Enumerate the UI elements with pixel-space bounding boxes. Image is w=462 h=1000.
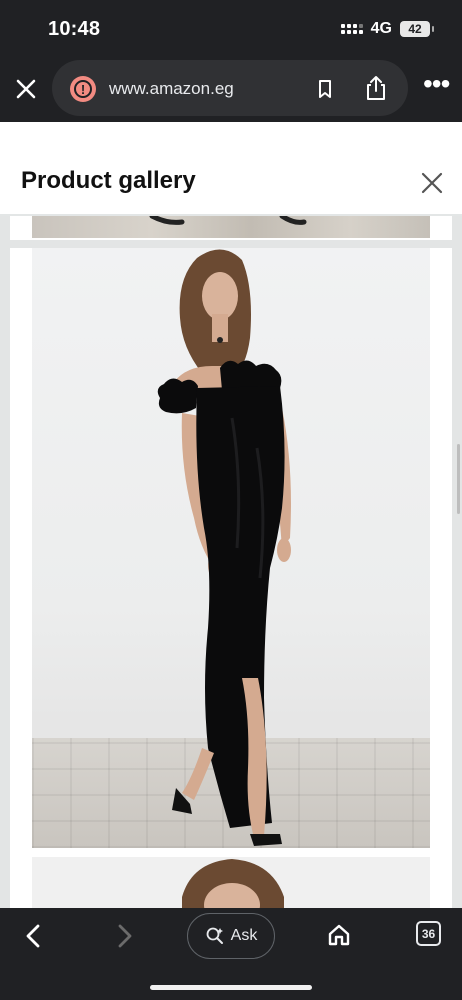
- browser-bottom-toolbar: Ask 36: [0, 908, 462, 1000]
- gallery-image-main[interactable]: [10, 248, 452, 859]
- scrollbar-thumb[interactable]: [457, 444, 460, 514]
- product-photo-dress: [32, 248, 430, 848]
- gallery-title: Product gallery: [21, 167, 196, 194]
- gallery-image-previous[interactable]: [10, 216, 452, 240]
- status-bar: 10:48 4G 42: [0, 0, 462, 58]
- ask-button[interactable]: Ask: [187, 913, 275, 959]
- tabs-count: 36: [421, 926, 436, 941]
- home-icon[interactable]: [325, 921, 353, 949]
- home-indicator[interactable]: [150, 985, 312, 990]
- battery-level: 42: [408, 22, 422, 36]
- network-type: 4G: [370, 20, 392, 37]
- next-photo: [32, 857, 430, 908]
- ai-search-sparkle-icon: [206, 927, 223, 944]
- browser-url-bar: ! www.amazon.eg •••: [0, 58, 462, 122]
- forward-arrow-icon[interactable]: [110, 922, 138, 950]
- previous-photo: [32, 216, 430, 238]
- bookmark-icon[interactable]: [314, 78, 336, 100]
- share-icon[interactable]: [362, 74, 390, 102]
- gallery-image-next[interactable]: [10, 857, 452, 908]
- address-field[interactable]: ! www.amazon.eg: [52, 60, 408, 116]
- gallery-header: Product gallery: [0, 122, 462, 216]
- model-figure: [157, 249, 291, 846]
- url-text[interactable]: www.amazon.eg: [109, 79, 234, 99]
- close-tab-icon[interactable]: [14, 77, 38, 101]
- tabs-count-button[interactable]: 36: [416, 921, 441, 946]
- close-icon[interactable]: [420, 171, 444, 195]
- status-indicators: 4G 42: [340, 20, 434, 38]
- status-time: 10:48: [48, 18, 101, 40]
- more-menu-icon[interactable]: •••: [423, 70, 450, 98]
- cellular-signal-icon: [340, 24, 363, 34]
- gallery-scroll-area[interactable]: [0, 216, 462, 908]
- battery-icon: 42: [400, 21, 434, 37]
- back-arrow-icon[interactable]: [20, 922, 48, 950]
- ask-label: Ask: [230, 927, 258, 944]
- warning-circle-icon[interactable]: !: [70, 76, 96, 102]
